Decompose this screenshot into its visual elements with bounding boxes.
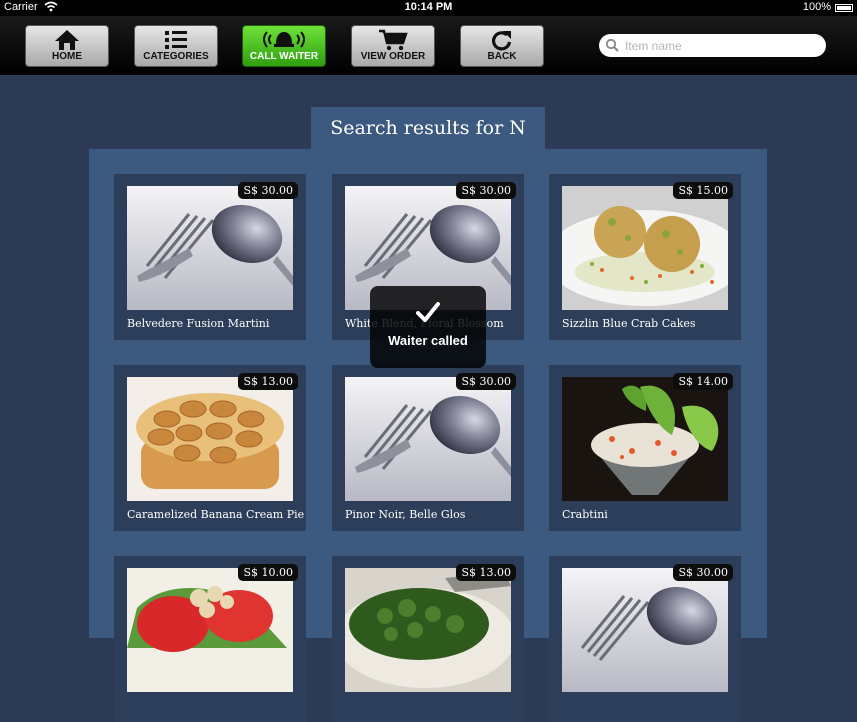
menu-item-card[interactable]: S$ 13.00 Caramelized Banana Cream Pie bbox=[114, 365, 306, 531]
menu-item-card[interactable]: S$ 30.00 Belvedere Fusion Martini bbox=[114, 174, 306, 340]
item-photo-crab-cakes bbox=[562, 186, 728, 310]
item-photo-banana-pie bbox=[127, 377, 293, 501]
item-name: Caramelized Banana Cream Pie bbox=[127, 508, 305, 521]
categories-label: CATEGORIES bbox=[143, 51, 209, 62]
item-photo-cutlery bbox=[345, 377, 511, 501]
search-input[interactable] bbox=[623, 36, 822, 56]
bell-icon bbox=[243, 26, 325, 52]
toast-message: Waiter called bbox=[388, 333, 468, 348]
menu-item-card[interactable]: S$ 30.00 bbox=[549, 556, 741, 722]
menu-item-card[interactable]: S$ 14.00 Crabtini bbox=[549, 365, 741, 531]
categories-button[interactable]: CATEGORIES bbox=[134, 25, 218, 67]
price-badge: S$ 30.00 bbox=[456, 373, 516, 390]
home-label: HOME bbox=[52, 51, 82, 62]
back-label: BACK bbox=[487, 51, 517, 62]
price-badge: S$ 14.00 bbox=[673, 373, 733, 390]
item-name: Belvedere Fusion Martini bbox=[127, 317, 270, 330]
status-bar: Carrier 10:14 PM 100% bbox=[0, 0, 857, 16]
refresh-icon bbox=[461, 26, 543, 52]
item-photo-cutlery bbox=[562, 568, 728, 692]
menu-item-card[interactable]: S$ 13.00 bbox=[332, 556, 524, 722]
price-badge: S$ 30.00 bbox=[673, 564, 733, 581]
home-icon bbox=[26, 26, 108, 52]
item-photo-crabtini bbox=[562, 377, 728, 501]
back-button[interactable]: BACK bbox=[460, 25, 544, 67]
item-name: Sizzlin Blue Crab Cakes bbox=[562, 317, 696, 330]
item-photo-tomato-salad bbox=[127, 568, 293, 692]
price-badge: S$ 10.00 bbox=[238, 564, 298, 581]
item-name: Crabtini bbox=[562, 508, 608, 521]
call-waiter-button[interactable]: CALL WAITER bbox=[242, 25, 326, 67]
menu-item-card[interactable]: S$ 30.00 Pinor Noir, Belle Glos bbox=[332, 365, 524, 531]
menu-item-card[interactable]: S$ 15.00 Sizzlin Blue Crab Cakes bbox=[549, 174, 741, 340]
price-badge: S$ 30.00 bbox=[456, 182, 516, 199]
search-field[interactable] bbox=[599, 34, 826, 57]
home-button[interactable]: HOME bbox=[25, 25, 109, 67]
battery-icon bbox=[835, 4, 853, 12]
price-badge: S$ 13.00 bbox=[238, 373, 298, 390]
waiter-called-toast: Waiter called bbox=[370, 286, 486, 368]
menu-item-card[interactable]: S$ 10.00 bbox=[114, 556, 306, 722]
view-order-button[interactable]: VIEW ORDER bbox=[351, 25, 435, 67]
results-panel: S$ 30.00 Belvedere Fusion Martini S$ 30.… bbox=[89, 149, 767, 722]
results-title: Search results for N bbox=[311, 107, 545, 150]
price-badge: S$ 30.00 bbox=[238, 182, 298, 199]
view-order-label: VIEW ORDER bbox=[360, 51, 426, 62]
item-photo-spinach bbox=[345, 568, 511, 692]
price-badge: S$ 13.00 bbox=[456, 564, 516, 581]
call-waiter-label: CALL WAITER bbox=[249, 51, 319, 62]
list-icon bbox=[135, 26, 217, 52]
battery-percent: 100% bbox=[802, 1, 831, 13]
checkmark-icon bbox=[370, 302, 486, 327]
clock: 10:14 PM bbox=[404, 1, 453, 13]
cart-icon bbox=[352, 26, 434, 52]
item-photo-cutlery bbox=[127, 186, 293, 310]
item-name: Pinor Noir, Belle Glos bbox=[345, 508, 466, 521]
search-icon bbox=[605, 38, 619, 57]
price-badge: S$ 15.00 bbox=[673, 182, 733, 199]
